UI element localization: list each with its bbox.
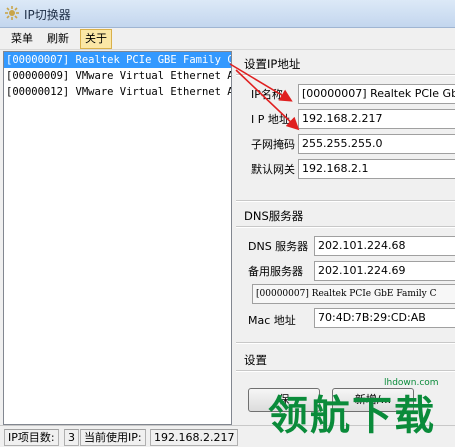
watermark-logo: lhdown.com 领航下载	[268, 378, 455, 439]
current-ip-value: 192.168.2.217	[150, 429, 239, 446]
ip-count-value: 3	[64, 429, 79, 446]
watermark-text: 领航下载	[268, 393, 436, 439]
current-ip-label: 当前使用IP:	[80, 429, 146, 446]
ip-count-label: IP项目数:	[4, 429, 59, 446]
arrow-to-ip-name	[229, 63, 293, 102]
